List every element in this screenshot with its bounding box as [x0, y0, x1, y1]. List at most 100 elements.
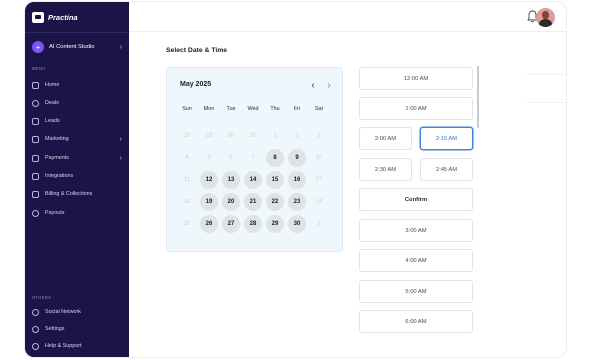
plus-icon: + [32, 41, 44, 53]
calendar-day-available[interactable]: 15 [264, 169, 286, 191]
calendar-day-disabled: 6 [229, 155, 233, 161]
user-avatar[interactable] [536, 8, 555, 27]
sidebar-item-label: Social Network [45, 309, 81, 315]
calendar-day-disabled: 31 [249, 133, 257, 139]
sidebar-item-settings[interactable]: Settings [32, 323, 122, 335]
calendar-day-available[interactable]: 20 [220, 191, 242, 213]
weekday-label: Wed [247, 106, 259, 112]
time-slot[interactable]: 12:00 AM [359, 67, 473, 90]
sidebar-item-payouts[interactable]: Payouts [32, 207, 122, 219]
card-icon [32, 154, 39, 162]
logo[interactable]: Practina [32, 12, 78, 23]
calendar-day-available[interactable]: 26 [198, 213, 220, 235]
time-slot[interactable]: 3:00 AM [359, 219, 473, 242]
deals-icon [32, 99, 39, 107]
time-slot[interactable]: 2:30 AM [359, 158, 412, 181]
calendar-day-available[interactable]: 21 [242, 191, 264, 213]
time-slot[interactable]: 5:00 AM [359, 280, 473, 303]
calendar-day-disabled: 11 [183, 177, 191, 183]
sidebar-item-marketing[interactable]: Marketing › [32, 133, 122, 145]
calendar-day-disabled: 1 [273, 133, 277, 139]
sidebar-item-integrations[interactable]: Integrations [32, 170, 122, 182]
calendar-day-available[interactable]: 14 [242, 169, 264, 191]
sidebar-item-home[interactable]: Home [32, 79, 122, 91]
date-picker: May 2025 ‹ › Sun Mon Tue Wed Thu Fri Sat 28 29 30… [166, 67, 343, 252]
menu-section-label: MENU [32, 66, 46, 71]
time-slot[interactable]: 6:00 AM [359, 310, 473, 333]
chevron-right-icon[interactable]: › [323, 78, 335, 92]
sidebar-item-billing-collections[interactable]: Billing & Collections [32, 188, 122, 200]
calendar-day-available[interactable]: 27 [220, 213, 242, 235]
integrations-icon [32, 172, 39, 180]
calendar-day-available[interactable]: 12 [198, 169, 220, 191]
chevron-right-icon: › [119, 43, 122, 51]
calendar-day-disabled: 18 [183, 199, 191, 205]
sidebar-item-label: Integrations [45, 173, 74, 179]
calendar-day-available[interactable]: 19 [198, 191, 220, 213]
calendar-day-available[interactable]: 30 [286, 213, 308, 235]
weekday-label: Mon [203, 106, 215, 112]
calendar-day-available[interactable]: 13 [220, 169, 242, 191]
payouts-icon [32, 209, 39, 217]
sidebar-item-leads[interactable]: Leads [32, 115, 122, 127]
calendar-day-disabled: 4 [185, 155, 189, 161]
logo-icon [32, 12, 44, 23]
calendar-day-available[interactable]: 29 [264, 213, 286, 235]
sidebar-item-label: Marketing [45, 136, 69, 142]
sidebar-item-label: Home [45, 82, 60, 88]
sidebar-item-label: Payments [45, 155, 69, 161]
calendar-day-disabled: 2 [295, 133, 299, 139]
calendar-day-available[interactable]: 9 [286, 147, 308, 169]
weekday-label: Thu [270, 106, 280, 112]
chevron-right-icon: › [119, 135, 122, 143]
calendar-day-disabled: 1 [317, 221, 321, 227]
calendar-day-disabled: 24 [315, 199, 323, 205]
calendar-day-disabled: 10 [315, 155, 323, 161]
calendar-day-available[interactable]: 16 [286, 169, 308, 191]
sidebar-item-deals[interactable]: Deals [32, 97, 122, 109]
sidebar-item-help-support[interactable]: Help & Support [32, 340, 122, 352]
weekday-label: Tue [226, 106, 236, 112]
calendar-day-disabled: 5 [207, 155, 211, 161]
page-title: Select Date & Time [166, 47, 228, 54]
time-slot-selected[interactable]: 2:15 AM [420, 127, 473, 150]
calendar-month: May 2025 [180, 81, 212, 88]
sidebar-item-label: Deals [45, 100, 59, 106]
time-slot[interactable]: 2:45 AM [420, 158, 473, 181]
ai-content-studio-button[interactable]: + AI Content Studio › [32, 40, 122, 54]
sidebar-item-label: Help & Support [45, 343, 82, 349]
funnel-icon [32, 117, 39, 125]
calendar-day-disabled: 30 [227, 133, 235, 139]
calendar-day-disabled: 28 [183, 133, 191, 139]
chevron-left-icon[interactable]: ‹ [307, 78, 319, 92]
weekday-label: Fri [293, 106, 301, 112]
weekday-label: Sat [314, 106, 324, 112]
link-icon [32, 308, 39, 316]
time-slot[interactable]: 1:00 AM [359, 97, 473, 120]
chevron-right-icon: › [119, 154, 122, 162]
sidebar-item-label: Payouts [45, 210, 65, 216]
app-window: Practina + AI Content Studio › MENU Home… [24, 1, 567, 358]
sidebar-item-label: Leads [45, 118, 60, 124]
sidebar-item-social-network[interactable]: Social Network [32, 306, 122, 318]
sidebar-item-label: Billing & Collections [45, 191, 93, 197]
calendar-day-disabled: 29 [205, 133, 213, 139]
megaphone-icon [32, 135, 39, 143]
time-slot[interactable]: 2:00 AM [359, 127, 412, 150]
billing-icon [32, 190, 39, 198]
calendar-day-available[interactable]: 22 [264, 191, 286, 213]
calendar-day-available[interactable]: 23 [286, 191, 308, 213]
sidebar-item-payments[interactable]: Payments › [32, 152, 122, 164]
confirm-button[interactable]: Confirm [359, 188, 473, 211]
top-bar [129, 2, 566, 32]
time-list-scrollbar[interactable] [477, 66, 479, 128]
home-icon [32, 81, 39, 89]
calendar-day-available[interactable]: 28 [242, 213, 264, 235]
calendar-grid: Sun Mon Tue Wed Thu Fri Sat 28 29 30 31 1 2 3 4 5 6 7 8 9 10… [176, 103, 330, 235]
calendar-day-available[interactable]: 8 [264, 147, 286, 169]
studio-label: AI Content Studio [49, 44, 95, 50]
calendar-day-disabled: 17 [315, 177, 323, 183]
calendar-day-disabled: 3 [317, 133, 321, 139]
brand-name: Practina [48, 13, 78, 22]
time-slot[interactable]: 4:00 AM [359, 249, 473, 272]
